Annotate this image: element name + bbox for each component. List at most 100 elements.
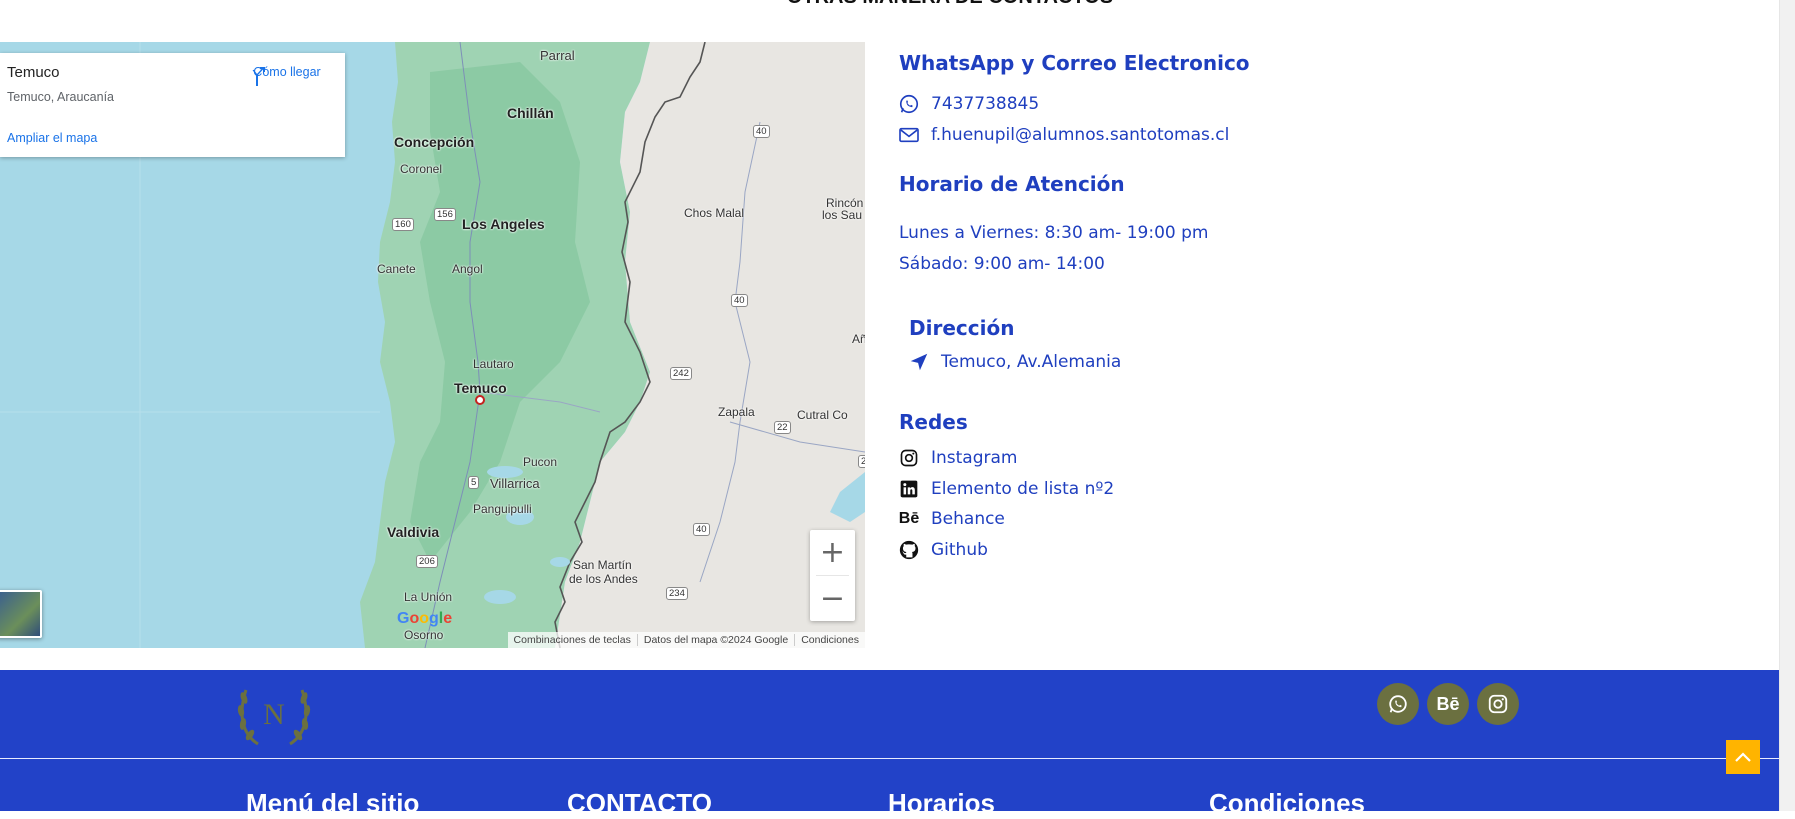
page-scrollbar[interactable] <box>1779 0 1795 811</box>
behance-icon: Bē <box>1436 693 1460 714</box>
map-attribution-bar: Combinaciones de teclas Datos del mapa ©… <box>507 632 865 648</box>
map-label-zapala: Zapala <box>718 405 755 419</box>
chevron-up-icon <box>1735 752 1751 762</box>
social-link-instagram[interactable]: Instagram <box>897 446 1018 470</box>
footer-divider <box>0 758 1779 759</box>
route-shield: 40 <box>693 523 710 536</box>
footer-column-contact: CONTACTO <box>567 788 712 818</box>
keyboard-shortcuts-link[interactable]: Combinaciones de teclas <box>508 634 637 646</box>
contact-heading: WhatsApp y Correo Electronico <box>899 51 1250 75</box>
route-shield: 40 <box>731 294 748 307</box>
route-shield: 40 <box>753 125 770 138</box>
social-label: Behance <box>931 509 1005 529</box>
footer-behance-button[interactable]: Bē <box>1427 683 1469 725</box>
route-shield: 242 <box>670 367 692 380</box>
map-label-temuco: Temuco <box>454 380 507 396</box>
zoom-in-button[interactable]: + <box>810 530 855 575</box>
map-label-parral: Parral <box>540 48 575 63</box>
map-label-de-los-andes: de los Andes <box>569 572 638 586</box>
social-heading-block: Redes <box>899 410 968 434</box>
address-heading: Dirección <box>909 316 1015 340</box>
site-logo[interactable]: N <box>232 678 316 750</box>
phone-number: 7437738845 <box>931 94 1040 114</box>
hours-weekdays: Lunes a Viernes: 8:30 am- 19:00 pm <box>899 223 1209 243</box>
map-label-valdivia: Valdivia <box>387 524 440 540</box>
site-footer: N Bē Menú del sitio CONTACTO Horarios Co… <box>0 670 1779 818</box>
footer-column-hours: Horarios <box>888 788 995 818</box>
map-terms-link[interactable]: Condiciones <box>794 634 865 646</box>
address-value: Temuco, Av.Alemania <box>941 352 1122 372</box>
directions-icon <box>250 67 265 86</box>
map-label-lautaro: Lautaro <box>473 357 514 371</box>
zoom-out-button[interactable]: − <box>810 576 855 621</box>
route-shield: 5 <box>468 476 480 489</box>
contact-heading-block: WhatsApp y Correo Electronico <box>899 51 1250 75</box>
route-shield: 206 <box>416 555 438 568</box>
route-shield: 2 <box>858 455 865 468</box>
footer-column-menu: Menú del sitio <box>246 788 420 818</box>
map-label-chillan: Chillán <box>507 105 554 121</box>
route-shield: 160 <box>392 218 414 231</box>
map-layer-toggle[interactable] <box>0 590 42 638</box>
google-logo-letter: g <box>429 610 439 627</box>
hours-heading-block: Horario de Atención <box>899 172 1125 196</box>
map-label-villarrica: Villarrica <box>490 476 540 491</box>
social-heading: Redes <box>899 410 968 434</box>
map-place-address: Temuco, Araucanía <box>7 90 115 104</box>
instagram-icon <box>897 446 921 470</box>
google-logo-letter: e <box>443 610 453 627</box>
social-link-github[interactable]: Github <box>897 538 988 562</box>
social-label: Elemento de lista nº2 <box>931 479 1115 499</box>
phone-item[interactable]: 7437738845 <box>897 92 1039 116</box>
linkedin-icon <box>897 477 921 501</box>
social-link-behance[interactable]: Bē Behance <box>897 507 1005 531</box>
map-label-la-union: La Unión <box>404 590 453 604</box>
email-item[interactable]: f.huenupil@alumnos.santotomas.cl <box>897 123 1229 147</box>
whatsapp-icon <box>1389 695 1407 713</box>
enlarge-map-link[interactable]: Ampliar el mapa <box>7 131 97 145</box>
envelope-icon <box>897 123 921 147</box>
laurel-logo-icon: N <box>237 689 311 746</box>
map-label-los-angeles: Los Angeles <box>462 216 545 232</box>
section-title: OTRAS MANERA DE CONTACTOS <box>700 0 1200 9</box>
email-address: f.huenupil@alumnos.santotomas.cl <box>931 125 1230 145</box>
instagram-icon <box>1488 694 1508 714</box>
social-label: Github <box>931 540 988 560</box>
google-logo-letter: o <box>419 610 430 627</box>
social-label: Instagram <box>931 448 1018 468</box>
behance-icon: Bē <box>898 510 920 527</box>
map-label-chos-malal: Chos Malal <box>684 206 745 220</box>
footer-column-conditions: Condiciones <box>1209 788 1366 818</box>
embedded-map[interactable]: Parral Chillán Concepción Coronel Los An… <box>0 42 865 648</box>
map-label-san-martin: San Martín <box>573 558 632 572</box>
hours-heading: Horario de Atención <box>899 172 1125 196</box>
footer-whatsapp-button[interactable] <box>1377 683 1419 725</box>
map-label-los-sau: los Sau <box>822 208 863 222</box>
map-label-osorno: Osorno <box>404 628 444 642</box>
directions-button[interactable]: Cómo llegar <box>245 65 329 86</box>
map-label-canete: Canete <box>377 262 416 276</box>
map-label-coronel: Coronel <box>400 162 443 176</box>
map-label-pucon: Pucon <box>523 455 558 469</box>
route-shield: 22 <box>774 421 791 434</box>
map-label-panguipulli: Panguipulli <box>473 502 532 516</box>
route-shield: 234 <box>666 587 688 600</box>
address-item: Temuco, Av.Alemania <box>907 350 1121 374</box>
map-label-angol: Angol <box>452 262 483 276</box>
address-heading-block: Dirección <box>909 316 1014 340</box>
map-label-an: Añ <box>852 332 865 346</box>
map-zoom-control: + − <box>810 530 855 621</box>
map-place-name: Temuco <box>7 64 60 81</box>
social-link-linkedin[interactable]: Elemento de lista nº2 <box>897 477 1114 501</box>
google-logo-letter: G <box>397 610 410 627</box>
location-arrow-icon <box>907 350 931 374</box>
footer-instagram-button[interactable] <box>1477 683 1519 725</box>
map-data-attribution: Datos del mapa ©2024 Google <box>636 634 794 646</box>
github-icon <box>897 538 921 562</box>
route-shield: 156 <box>434 208 456 221</box>
map-label-cutral-co: Cutral Co <box>797 408 848 422</box>
hours-saturday: Sábado: 9:00 am- 14:00 <box>899 254 1105 274</box>
scroll-to-top-button[interactable] <box>1726 740 1760 774</box>
logo-letter: N <box>263 698 285 731</box>
google-logo: Google <box>397 610 452 628</box>
